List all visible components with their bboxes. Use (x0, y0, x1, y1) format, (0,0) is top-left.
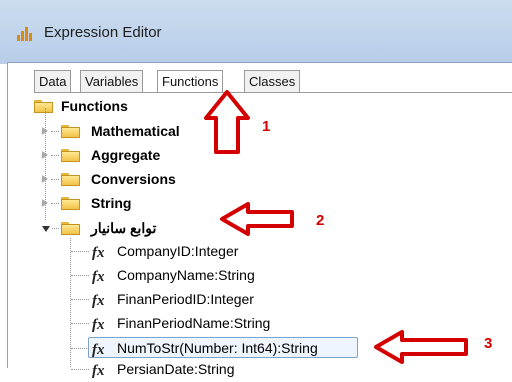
function-item-companyid[interactable]: fx CompanyID:Integer (70, 240, 238, 262)
group-label: توابع سانیار (91, 220, 157, 236)
window-title: Expression Editor (44, 24, 162, 41)
group-label: Aggregate (91, 147, 161, 163)
group-label: Conversions (91, 171, 176, 187)
function-icon: fx (92, 293, 105, 309)
function-item-finanperiodname[interactable]: fx FinanPeriodName:String (70, 312, 270, 334)
function-label: PersianDate:String (117, 361, 235, 377)
function-label: CompanyID:Integer (117, 243, 239, 259)
function-item-persiandate[interactable]: fx PersianDate:String (70, 358, 235, 380)
group-label: String (91, 195, 132, 211)
tree-group-conversions[interactable]: Conversions (42, 168, 176, 190)
folder-icon (61, 149, 80, 162)
function-label: NumToStr(Number: Int64):String (117, 340, 318, 356)
annotation-number-1: 1 (262, 118, 271, 135)
tab-data[interactable]: Data (34, 70, 72, 92)
function-icon: fx (92, 363, 105, 379)
tab-classes[interactable]: Classes (244, 70, 301, 92)
tree-group-string[interactable]: String (42, 192, 131, 214)
folder-icon (61, 125, 80, 138)
function-icon: fx (92, 317, 105, 333)
tree-group-custom[interactable]: توابع سانیار (42, 217, 156, 239)
tree-root-label: Functions (61, 98, 128, 114)
function-icon: fx (92, 269, 105, 285)
annotation-number-3: 3 (484, 335, 493, 352)
function-item-numtostr[interactable]: fx NumToStr(Number: Int64):String (70, 337, 318, 359)
folder-icon (61, 197, 80, 210)
group-label: Mathematical (91, 123, 180, 139)
function-icon: fx (92, 245, 105, 261)
folder-icon (34, 100, 53, 113)
app-icon (17, 27, 33, 41)
tree-group-aggregate[interactable]: Aggregate (42, 144, 160, 166)
function-item-companyname[interactable]: fx CompanyName:String (70, 264, 255, 286)
function-label: CompanyName:String (117, 267, 255, 283)
tree-group-mathematical[interactable]: Mathematical (42, 120, 180, 142)
annotation-number-2: 2 (316, 212, 325, 229)
function-item-finanperiodid[interactable]: fx FinanPeriodID:Integer (70, 288, 254, 310)
function-label: FinanPeriodName:String (117, 315, 271, 331)
tab-divider (34, 92, 512, 93)
tree-connector (45, 108, 46, 220)
folder-icon (61, 222, 80, 235)
collapse-arrow-icon[interactable] (42, 226, 50, 232)
tab-functions[interactable]: Functions (157, 70, 224, 93)
tree-root-functions[interactable]: Functions (34, 95, 128, 117)
folder-icon (61, 173, 80, 186)
function-label: FinanPeriodID:Integer (117, 291, 254, 307)
tab-variables[interactable]: Variables (80, 70, 144, 92)
title-bar[interactable]: Expression Editor (0, 0, 512, 64)
